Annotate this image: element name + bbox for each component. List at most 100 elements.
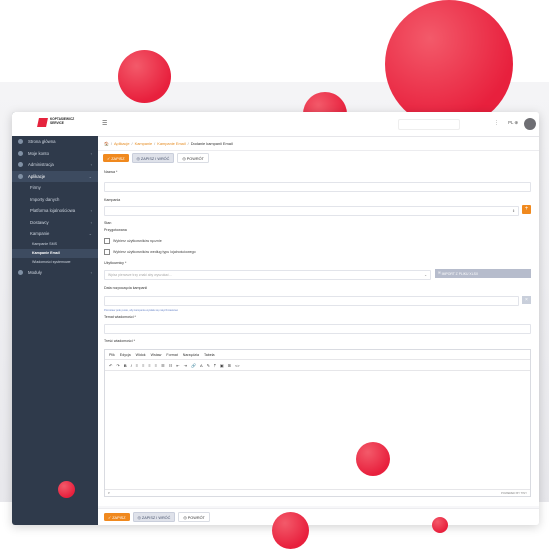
sidebar-item-companies[interactable]: Firmy: [12, 182, 98, 194]
code-icon[interactable]: <>: [235, 363, 240, 368]
align-center-icon[interactable]: ≡: [142, 363, 144, 368]
align-right-icon[interactable]: ≡: [148, 363, 150, 368]
name-input[interactable]: [104, 182, 531, 192]
redo-icon[interactable]: ↷: [116, 363, 119, 368]
subject-label: Temat wiadomości *: [104, 315, 136, 319]
logo-mark-icon: [37, 118, 48, 127]
outdent-icon[interactable]: ⇤: [176, 363, 179, 368]
loyalty-type-checkbox[interactable]: Wybierz użytkowników według typu lojalno…: [104, 249, 196, 255]
sidebar: KOPTASIEWICZ SERVICE Strona główna Moje …: [12, 112, 98, 525]
start-date-label: Data rozpoczęcia kampanii: [104, 286, 148, 290]
sidebar-item-home[interactable]: Strona główna: [12, 136, 98, 148]
decor-circle-sidebar: [58, 481, 75, 498]
chevron-icon: ‹: [90, 219, 92, 225]
home-icon[interactable]: 🏠: [104, 141, 109, 146]
chevron-icon: ‹: [90, 150, 92, 156]
menu-icon[interactable]: ☰: [102, 120, 107, 127]
start-date-input[interactable]: [104, 296, 519, 306]
recipients-input[interactable]: Wpisz pierwsze trzy znaki aby wyszukać..…: [104, 270, 431, 280]
sidebar-nav: Strona główna Moje konto ‹ Administracja ‹…: [12, 136, 98, 278]
topbar: ☰ ⋮ PL ⊕: [98, 112, 539, 137]
campaign-label: Kampania: [104, 198, 121, 202]
rich-text-editor[interactable]: Plik Edycja Widok Wstaw Format Narzędzia…: [104, 349, 531, 497]
italic-icon[interactable]: I: [131, 363, 132, 368]
app-window: KOPTASIEWICZ SERVICE Strona główna Moje …: [12, 112, 539, 525]
campaign-form: Nazwa * Kampania ⇕ + Stan Przygotowana W…: [98, 164, 539, 506]
highlight-icon[interactable]: ✎: [207, 363, 210, 368]
chevron-down-icon: ⌄: [88, 231, 92, 237]
align-justify-icon[interactable]: ≡: [155, 363, 157, 368]
breadcrumb-applications[interactable]: Aplikacje: [114, 141, 130, 146]
sidebar-item-system-messages[interactable]: Wiadomości systemowe: [12, 258, 98, 267]
chevron-down-icon: ⌄: [88, 173, 92, 179]
numbered-list-icon[interactable]: ☷: [169, 363, 173, 368]
editor-menubar: Plik Edycja Widok Wstaw Format Narzędzia…: [105, 350, 530, 360]
state-label: Stan: [104, 221, 112, 225]
clear-date-button[interactable]: ×: [522, 296, 531, 304]
add-campaign-button[interactable]: +: [522, 205, 531, 214]
save-and-return-button-bottom[interactable]: ◎ ZAPISZ I WRÓĆ: [132, 512, 176, 522]
breadcrumb-current: Dodanie kampanii Email: [190, 141, 233, 146]
search-box[interactable]: [398, 119, 460, 130]
editor-menu-file[interactable]: Plik: [109, 353, 115, 357]
save-button[interactable]: ✓ ZAPISZ: [103, 154, 129, 162]
logo[interactable]: KOPTASIEWICZ SERVICE: [12, 112, 98, 136]
chevron-icon: ‹: [90, 269, 92, 275]
back-button-bottom[interactable]: ◎ POWRÓT: [178, 512, 210, 522]
editor-menu-insert[interactable]: Wstaw: [151, 353, 162, 357]
sidebar-item-email-campaigns[interactable]: Kampanie Email: [12, 248, 98, 258]
chevron-icon: ‹: [90, 162, 92, 168]
bold-icon[interactable]: B: [124, 363, 127, 368]
subject-input[interactable]: [104, 324, 531, 334]
recipients-label: Użytkownicy *: [104, 261, 127, 265]
user-icon: [18, 150, 23, 156]
sidebar-item-modules[interactable]: Moduły ‹: [12, 267, 98, 279]
bullet-list-icon[interactable]: ☰: [161, 363, 165, 368]
table-icon[interactable]: ⊞: [228, 363, 231, 368]
image-icon[interactable]: ▣: [220, 363, 224, 368]
body-label: Treść wiadomości *: [104, 339, 136, 343]
decor-circle-top-left: [118, 50, 171, 103]
state-value: Przygotowana: [104, 228, 127, 232]
align-left-icon[interactable]: ≡: [136, 363, 138, 368]
sidebar-item-imports[interactable]: Importy danych: [12, 194, 98, 206]
text-color-icon[interactable]: A: [200, 363, 203, 368]
save-and-return-button[interactable]: ◎ ZAPISZ I WRÓĆ: [131, 153, 175, 163]
undo-icon[interactable]: ↶: [109, 363, 112, 368]
sidebar-item-campaigns[interactable]: Kampanie ⌄: [12, 228, 98, 240]
sidebar-item-suppliers[interactable]: Dostawcy ‹: [12, 217, 98, 229]
import-xlsx-button[interactable]: 🗎 IMPORT Z PLIKU XLSX: [435, 269, 531, 278]
editor-menu-edit[interactable]: Edycja: [120, 353, 131, 357]
manual-users-checkbox[interactable]: Wybierz użytkowników ręcznie: [104, 238, 162, 244]
editor-menu-table[interactable]: Tabela: [204, 353, 215, 357]
avatar[interactable]: [524, 118, 536, 130]
editor-path: P: [108, 491, 110, 495]
name-label: Nazwa *: [104, 170, 118, 174]
breadcrumb-campaigns[interactable]: Kampanie: [135, 141, 153, 146]
editor-menu-format[interactable]: Format: [166, 353, 177, 357]
editor-menu-tools[interactable]: Narzędzia: [183, 353, 199, 357]
campaign-select[interactable]: ⇕: [104, 206, 519, 216]
main-content: ☰ ⋮ PL ⊕ 🏠 / Aplikacje / Kampanie / Kampani…: [98, 112, 539, 525]
breadcrumb-email-campaigns[interactable]: Kampanie Email: [157, 141, 185, 146]
sidebar-item-applications[interactable]: Aplikacje ⌄: [12, 170, 98, 182]
link-icon[interactable]: 🔗: [191, 363, 196, 368]
breadcrumb: 🏠 / Aplikacje / Kampanie / Kampanie Email / …: [98, 137, 539, 151]
modules-icon: [18, 269, 23, 275]
decor-circle-bottom: [272, 512, 309, 549]
chevron-icon: ‹: [90, 208, 92, 214]
apps-icon: [18, 173, 23, 179]
sidebar-item-loyalty[interactable]: Platforma lojalnościowa ‹: [12, 205, 98, 217]
upload-icon[interactable]: ⤒: [214, 363, 216, 368]
editor-powered-by: POWERED BY TINY: [500, 491, 527, 495]
language-switcher[interactable]: PL ⊕: [508, 120, 518, 126]
sidebar-item-account[interactable]: Moje konto ‹: [12, 148, 98, 160]
sidebar-item-administration[interactable]: Administracja ‹: [12, 159, 98, 171]
save-button-bottom[interactable]: ✓ ZAPISZ: [104, 513, 130, 521]
indent-icon[interactable]: ⇥: [184, 363, 187, 368]
editor-menu-view[interactable]: Widok: [136, 353, 146, 357]
decor-circle-bottom-right: [432, 517, 448, 533]
sidebar-item-sms-campaigns[interactable]: Kampanie SMS: [12, 240, 98, 249]
more-icon[interactable]: ⋮: [494, 120, 499, 126]
back-button[interactable]: ◎ POWRÓT: [177, 153, 209, 163]
